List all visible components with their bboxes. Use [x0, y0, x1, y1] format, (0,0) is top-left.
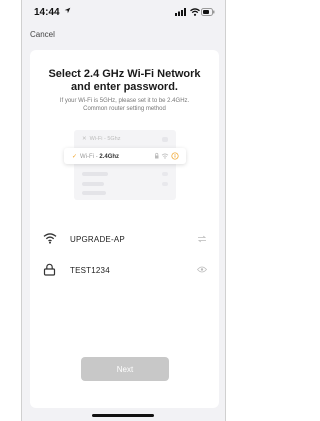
signal-icon [175, 8, 186, 16]
placeholder-icon [162, 137, 168, 142]
status-bar: 14:44 [22, 0, 225, 24]
password-field[interactable]: TEST1234 [30, 257, 219, 285]
placeholder-bar [82, 172, 108, 176]
page-subtitle: If your Wi-Fi is 5GHz, please set it to … [30, 97, 219, 113]
wifi-icon [43, 233, 57, 244]
network-name-value: UPGRADE-AP [70, 235, 125, 244]
phone-screen: 14:44 Cancel Select 2.4 GHz Wi-Fi Networ… [21, 0, 226, 421]
option-24-text: ✓ Wi-Fi - 2.4Ghz [72, 153, 119, 160]
option-5g-band: 5Ghz [107, 136, 121, 142]
option-24-prefix: Wi-Fi - [80, 154, 100, 160]
title-line-1: Select 2.4 GHz Wi-Fi Network [48, 68, 201, 80]
status-time: 14:44 [34, 7, 60, 18]
setup-card: Select 2.4 GHz Wi-Fi Network and enter p… [30, 50, 219, 408]
eye-icon[interactable] [197, 266, 207, 273]
placeholder-icon [162, 172, 168, 176]
location-arrow-icon [64, 7, 71, 14]
wifi-icon [190, 8, 200, 16]
title-line-2: and enter password. [71, 81, 178, 93]
battery-icon [201, 8, 215, 16]
illustration-option-2-4ghz: ✓ Wi-Fi - 2.4Ghz [64, 148, 186, 164]
home-indicator [92, 414, 154, 417]
placeholder-icon [162, 182, 168, 186]
option-5g-prefix: Wi-Fi - [89, 136, 108, 142]
check-icon: ✓ [72, 154, 78, 160]
switch-network-icon[interactable] [197, 235, 207, 243]
page-title: Select 2.4 GHz Wi-Fi Network and enter p… [30, 68, 219, 94]
password-value: TEST1234 [70, 266, 110, 275]
subtitle-line-1: If your Wi-Fi is 5GHz, please set it to … [59, 98, 190, 104]
placeholder-bar [82, 182, 104, 186]
option-24-band: 2.4Ghz [99, 154, 120, 160]
wifi-band-illustration: ✕ Wi-Fi - 5Ghz ✓ Wi-Fi - 2.4Ghz [64, 130, 186, 200]
cancel-button[interactable]: Cancel [30, 30, 55, 39]
network-field[interactable]: UPGRADE-AP [30, 226, 219, 254]
illustration-option-5ghz: ✕ Wi-Fi - 5Ghz [82, 136, 120, 142]
placeholder-bar [82, 191, 106, 195]
router-setting-method-link[interactable]: Common router setting method [30, 105, 219, 113]
lock-wifi-info-icons [155, 152, 179, 160]
cross-icon: ✕ [82, 136, 87, 142]
next-button[interactable]: Next [81, 357, 169, 381]
lock-icon [43, 263, 56, 276]
